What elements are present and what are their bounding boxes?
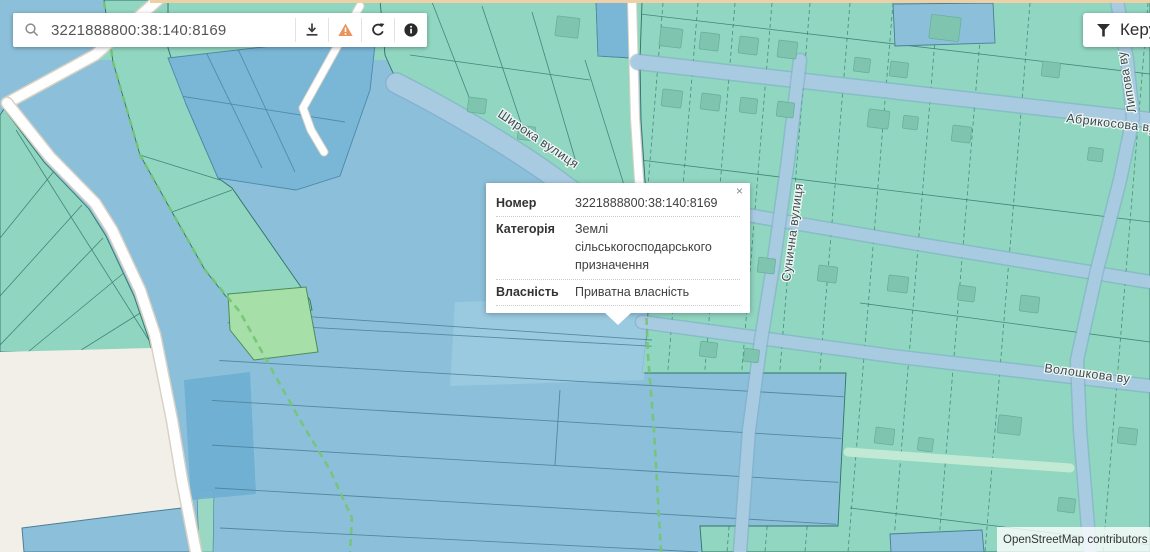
darker-blue-overlay (184, 372, 256, 500)
popup-value-category: Землі сільськогосподарського призначення (575, 220, 740, 274)
popup-row-category: Категорія Землі сільськогосподарського п… (496, 217, 740, 279)
top-tan-road (150, 0, 1150, 3)
parcel-info-popup: × Номер 3221888800:38:140:8169 Категорія… (486, 183, 750, 313)
search-icon (13, 22, 51, 38)
filter-funnel-icon (1096, 24, 1111, 37)
layers-filter-button[interactable]: Керув (1083, 13, 1150, 47)
popup-label-ownership: Власність (496, 283, 568, 301)
search-bar (13, 13, 427, 47)
info-button[interactable] (394, 18, 427, 42)
cadastral-map-app: Широка вулиця Сунична вулиця Абрикосова … (0, 0, 1150, 552)
popup-value-number: 3221888800:38:140:8169 (575, 194, 740, 212)
popup-label-number: Номер (496, 194, 568, 212)
search-input[interactable] (51, 22, 295, 39)
refresh-button[interactable] (361, 18, 394, 42)
layers-filter-label: Керув (1120, 20, 1150, 40)
attribution-text: OpenStreetMap contributors | (1003, 534, 1150, 546)
popup-value-ownership: Приватна власність (575, 283, 740, 301)
popup-close-button[interactable]: × (736, 184, 743, 198)
blue-parcel-bottom-right (890, 530, 984, 552)
popup-row-ownership: Власність Приватна власність (496, 280, 740, 306)
popup-row-number: Номер 3221888800:38:140:8169 (496, 191, 740, 217)
popup-label-category: Категорія (496, 220, 568, 274)
download-button[interactable] (295, 18, 328, 42)
warning-button[interactable] (328, 18, 361, 42)
popup-tail (604, 312, 632, 325)
map-attribution[interactable]: OpenStreetMap contributors | (997, 527, 1150, 552)
